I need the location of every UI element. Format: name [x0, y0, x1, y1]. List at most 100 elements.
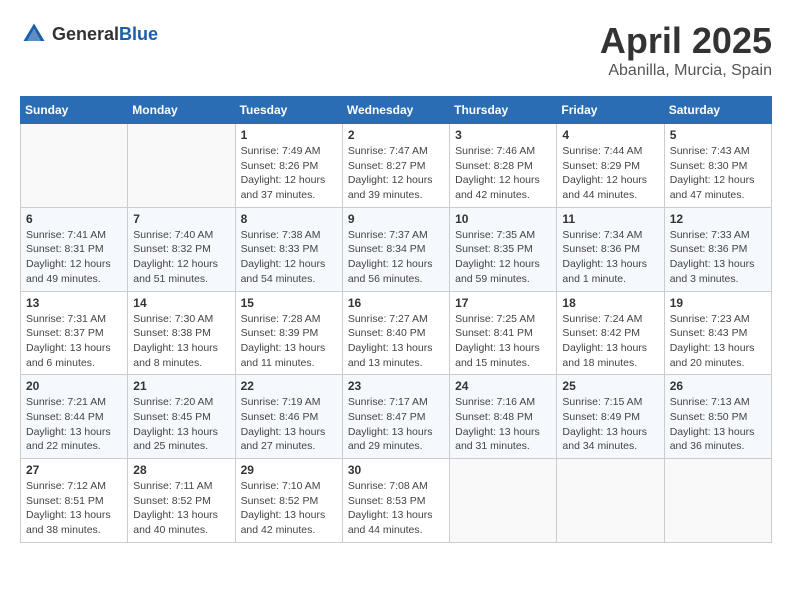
calendar-day-cell: 18 Sunrise: 7:24 AM Sunset: 8:42 PM Dayli…	[557, 291, 664, 375]
calendar-day-cell: 17 Sunrise: 7:25 AM Sunset: 8:41 PM Dayli…	[450, 291, 557, 375]
calendar-day-cell: 11Sunrise: 7:34 AM Sunset: 8:36 PM Dayli…	[557, 207, 664, 291]
day-number: 13	[26, 296, 122, 310]
calendar-day-cell	[450, 459, 557, 543]
day-number: 14	[133, 296, 229, 310]
calendar-day-header: Wednesday	[342, 97, 449, 124]
calendar-day-cell: 19Sunrise: 7:23 AM Sunset: 8:43 PM Dayli…	[664, 291, 771, 375]
calendar-day-cell: 2 Sunrise: 7:47 AM Sunset: 8:27 PM Daylig…	[342, 124, 449, 208]
calendar-day-cell: 29Sunrise: 7:10 AM Sunset: 8:52 PM Dayli…	[235, 459, 342, 543]
calendar-week-row: 6Sunrise: 7:41 AM Sunset: 8:31 PM Daylig…	[21, 207, 772, 291]
day-info: Sunrise: 7:16 AM Sunset: 8:48 PM Dayligh…	[455, 395, 551, 454]
day-info: Sunrise: 7:38 AM Sunset: 8:33 PM Dayligh…	[241, 228, 337, 287]
calendar-table: SundayMondayTuesdayWednesdayThursdayFrid…	[20, 96, 772, 543]
day-info: Sunrise: 7:21 AM Sunset: 8:44 PM Dayligh…	[26, 395, 122, 454]
calendar-day-cell: 23 Sunrise: 7:17 AM Sunset: 8:47 PM Dayli…	[342, 375, 449, 459]
calendar-day-header: Thursday	[450, 97, 557, 124]
day-info: Sunrise: 7:30 AM Sunset: 8:38 PM Dayligh…	[133, 312, 229, 371]
calendar-day-cell	[557, 459, 664, 543]
day-number: 10	[455, 212, 551, 226]
month-title: April 2025	[600, 20, 772, 62]
day-info: Sunrise: 7:31 AM Sunset: 8:37 PM Dayligh…	[26, 312, 122, 371]
day-number: 2	[348, 128, 444, 142]
day-number: 26	[670, 379, 766, 393]
logo-icon	[20, 20, 48, 48]
day-number: 23	[348, 379, 444, 393]
calendar-day-cell: 15 Sunrise: 7:28 AM Sunset: 8:39 PM Dayli…	[235, 291, 342, 375]
day-info: Sunrise: 7:46 AM Sunset: 8:28 PM Dayligh…	[455, 144, 551, 203]
day-info: Sunrise: 7:15 AM Sunset: 8:49 PM Dayligh…	[562, 395, 658, 454]
day-info: Sunrise: 7:37 AM Sunset: 8:34 PM Dayligh…	[348, 228, 444, 287]
day-number: 15	[241, 296, 337, 310]
calendar-day-cell: 28 Sunrise: 7:11 AM Sunset: 8:52 PM Dayli…	[128, 459, 235, 543]
calendar-day-cell: 27Sunrise: 7:12 AM Sunset: 8:51 PM Dayli…	[21, 459, 128, 543]
day-info: Sunrise: 7:11 AM Sunset: 8:52 PM Dayligh…	[133, 479, 229, 538]
calendar-week-row: 13 Sunrise: 7:31 AM Sunset: 8:37 PM Dayli…	[21, 291, 772, 375]
calendar-day-cell: 5Sunrise: 7:43 AM Sunset: 8:30 PM Daylig…	[664, 124, 771, 208]
day-number: 24	[455, 379, 551, 393]
day-number: 3	[455, 128, 551, 142]
calendar-day-header: Sunday	[21, 97, 128, 124]
day-number: 21	[133, 379, 229, 393]
day-info: Sunrise: 7:10 AM Sunset: 8:52 PM Dayligh…	[241, 479, 337, 538]
day-info: Sunrise: 7:41 AM Sunset: 8:31 PM Dayligh…	[26, 228, 122, 287]
calendar-day-cell: 6Sunrise: 7:41 AM Sunset: 8:31 PM Daylig…	[21, 207, 128, 291]
calendar-day-header: Saturday	[664, 97, 771, 124]
calendar-week-row: 1Sunrise: 7:49 AM Sunset: 8:26 PM Daylig…	[21, 124, 772, 208]
day-number: 5	[670, 128, 766, 142]
day-number: 30	[348, 463, 444, 477]
location-title: Abanilla, Murcia, Spain	[600, 62, 772, 80]
calendar-day-cell: 22Sunrise: 7:19 AM Sunset: 8:46 PM Dayli…	[235, 375, 342, 459]
day-number: 12	[670, 212, 766, 226]
calendar-day-cell: 3 Sunrise: 7:46 AM Sunset: 8:28 PM Daylig…	[450, 124, 557, 208]
calendar-week-row: 20 Sunrise: 7:21 AM Sunset: 8:44 PM Dayli…	[21, 375, 772, 459]
day-info: Sunrise: 7:28 AM Sunset: 8:39 PM Dayligh…	[241, 312, 337, 371]
day-number: 20	[26, 379, 122, 393]
day-info: Sunrise: 7:12 AM Sunset: 8:51 PM Dayligh…	[26, 479, 122, 538]
calendar-day-cell: 9 Sunrise: 7:37 AM Sunset: 8:34 PM Daylig…	[342, 207, 449, 291]
calendar-day-cell: 10 Sunrise: 7:35 AM Sunset: 8:35 PM Dayli…	[450, 207, 557, 291]
day-info: Sunrise: 7:08 AM Sunset: 8:53 PM Dayligh…	[348, 479, 444, 538]
calendar-week-row: 27Sunrise: 7:12 AM Sunset: 8:51 PM Dayli…	[21, 459, 772, 543]
day-number: 4	[562, 128, 658, 142]
calendar-header-row: SundayMondayTuesdayWednesdayThursdayFrid…	[21, 97, 772, 124]
day-info: Sunrise: 7:44 AM Sunset: 8:29 PM Dayligh…	[562, 144, 658, 203]
day-number: 7	[133, 212, 229, 226]
calendar-day-cell: 20 Sunrise: 7:21 AM Sunset: 8:44 PM Dayli…	[21, 375, 128, 459]
calendar-day-cell: 16 Sunrise: 7:27 AM Sunset: 8:40 PM Dayli…	[342, 291, 449, 375]
calendar-day-header: Monday	[128, 97, 235, 124]
calendar-day-cell: 26Sunrise: 7:13 AM Sunset: 8:50 PM Dayli…	[664, 375, 771, 459]
day-number: 11	[562, 212, 658, 226]
day-info: Sunrise: 7:33 AM Sunset: 8:36 PM Dayligh…	[670, 228, 766, 287]
calendar-day-header: Tuesday	[235, 97, 342, 124]
logo: GeneralBlue	[20, 20, 158, 48]
day-info: Sunrise: 7:47 AM Sunset: 8:27 PM Dayligh…	[348, 144, 444, 203]
day-number: 18	[562, 296, 658, 310]
calendar-day-cell: 30 Sunrise: 7:08 AM Sunset: 8:53 PM Dayli…	[342, 459, 449, 543]
day-number: 17	[455, 296, 551, 310]
day-info: Sunrise: 7:25 AM Sunset: 8:41 PM Dayligh…	[455, 312, 551, 371]
calendar-day-cell: 21 Sunrise: 7:20 AM Sunset: 8:45 PM Dayli…	[128, 375, 235, 459]
day-info: Sunrise: 7:27 AM Sunset: 8:40 PM Dayligh…	[348, 312, 444, 371]
calendar-day-cell	[21, 124, 128, 208]
title-area: April 2025 Abanilla, Murcia, Spain	[600, 20, 772, 80]
day-number: 19	[670, 296, 766, 310]
calendar-day-cell: 13 Sunrise: 7:31 AM Sunset: 8:37 PM Dayli…	[21, 291, 128, 375]
day-number: 9	[348, 212, 444, 226]
day-info: Sunrise: 7:35 AM Sunset: 8:35 PM Dayligh…	[455, 228, 551, 287]
day-number: 25	[562, 379, 658, 393]
day-info: Sunrise: 7:17 AM Sunset: 8:47 PM Dayligh…	[348, 395, 444, 454]
day-number: 16	[348, 296, 444, 310]
day-number: 8	[241, 212, 337, 226]
calendar-day-cell	[664, 459, 771, 543]
calendar-body: 1Sunrise: 7:49 AM Sunset: 8:26 PM Daylig…	[21, 124, 772, 543]
logo-blue: Blue	[119, 24, 158, 44]
calendar-day-cell: 14 Sunrise: 7:30 AM Sunset: 8:38 PM Dayli…	[128, 291, 235, 375]
day-number: 28	[133, 463, 229, 477]
calendar-day-cell: 7Sunrise: 7:40 AM Sunset: 8:32 PM Daylig…	[128, 207, 235, 291]
calendar-day-cell: 8 Sunrise: 7:38 AM Sunset: 8:33 PM Daylig…	[235, 207, 342, 291]
calendar-day-cell	[128, 124, 235, 208]
calendar-day-cell: 24 Sunrise: 7:16 AM Sunset: 8:48 PM Dayli…	[450, 375, 557, 459]
calendar-day-cell: 1Sunrise: 7:49 AM Sunset: 8:26 PM Daylig…	[235, 124, 342, 208]
day-info: Sunrise: 7:20 AM Sunset: 8:45 PM Dayligh…	[133, 395, 229, 454]
day-info: Sunrise: 7:24 AM Sunset: 8:42 PM Dayligh…	[562, 312, 658, 371]
